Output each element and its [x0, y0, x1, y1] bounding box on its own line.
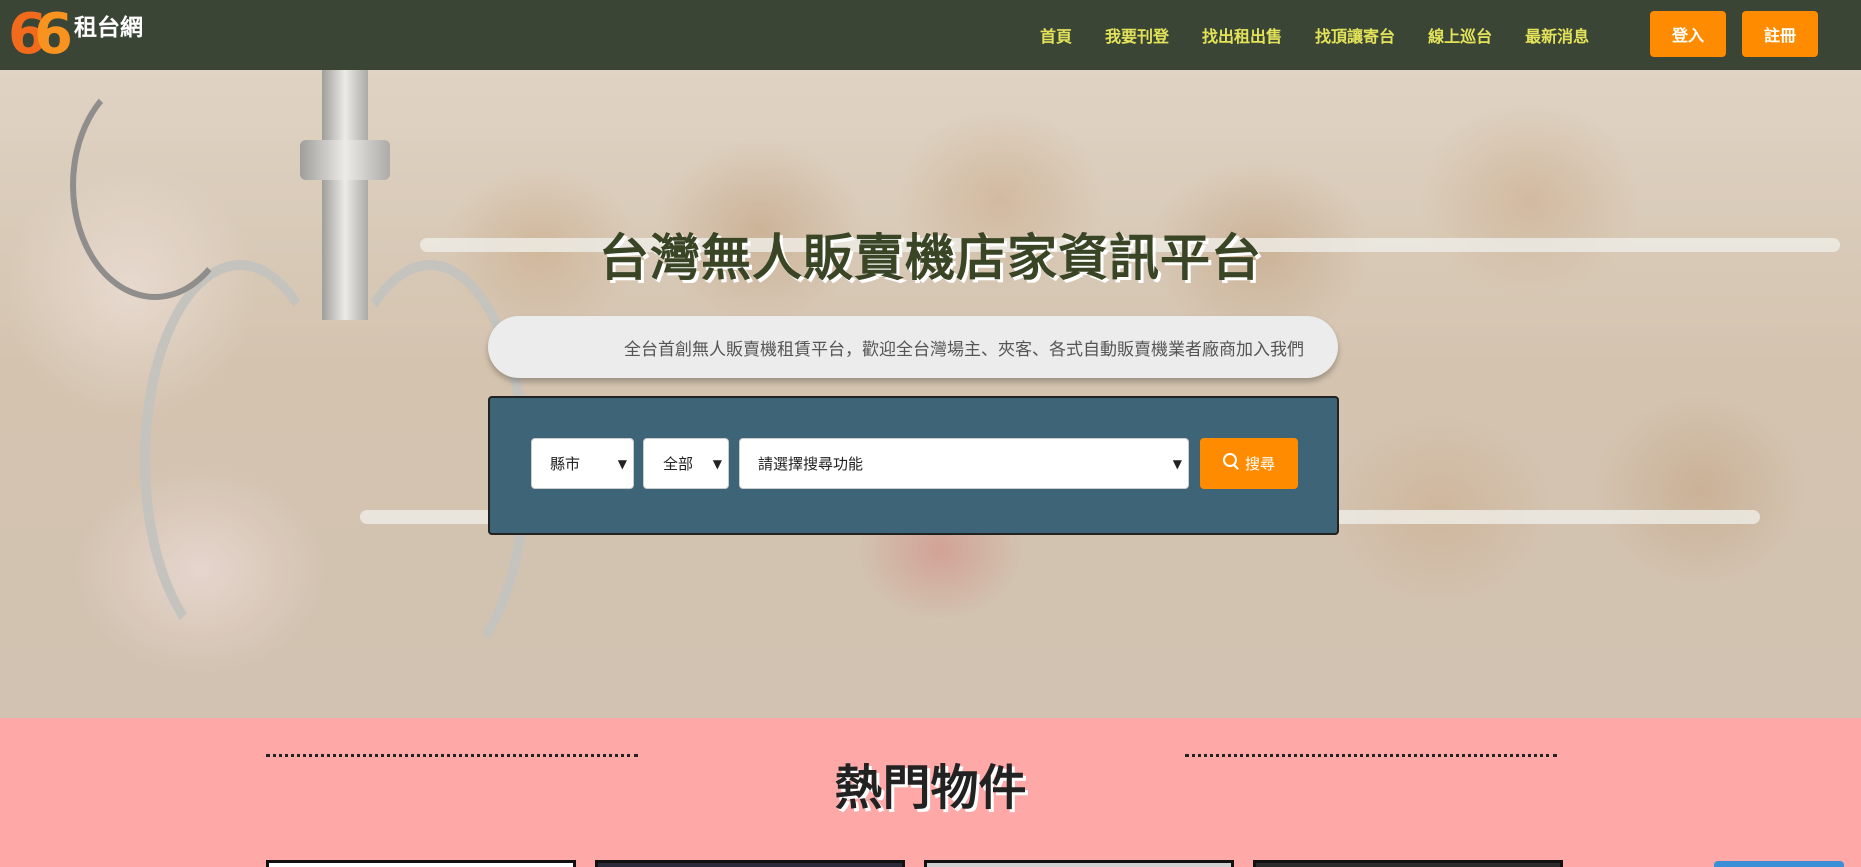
search-button[interactable]: 搜尋: [1200, 438, 1298, 489]
city-select-value: 縣市: [550, 455, 581, 473]
chevron-down-icon: ▼: [617, 457, 627, 471]
nav-link-home[interactable]: 首頁: [1040, 23, 1072, 47]
nav-link-rent-sell[interactable]: 找出租出售: [1202, 23, 1282, 47]
search-button-label: 搜尋: [1244, 455, 1275, 473]
search-panel: 縣市 ▼ 全部 ▼ 請選擇搜尋功能 ▼ 搜尋: [488, 396, 1339, 535]
nav-link-news[interactable]: 最新消息: [1525, 23, 1589, 47]
listing-card[interactable]: [595, 860, 905, 867]
site-name: 租台網: [74, 15, 143, 41]
hero-subtitle: 全台首創無人販賣機租賃平台，歡迎全台灣場主、夾客、各式自動販賣機業者廠商加入我們: [488, 316, 1338, 378]
chevron-down-icon: ▼: [712, 457, 722, 471]
nav-link-transfer[interactable]: 找頂讓寄台: [1315, 23, 1395, 47]
hot-listings-section: 熱門物件: [0, 718, 1861, 867]
hero-banner: 台灣無人販賣機店家資訊平台 全台首創無人販賣機租賃平台，歡迎全台灣場主、夾客、各…: [0, 70, 1861, 718]
listing-card[interactable]: [1253, 860, 1563, 867]
hero-title: 台灣無人販賣機店家資訊平台: [599, 229, 1262, 287]
search-icon: [1222, 452, 1239, 469]
listing-card[interactable]: [924, 860, 1234, 867]
logo-mark-icon: 66: [8, 2, 73, 67]
main-nav: 首頁 我要刊登 找出租出售 找頂讓寄台 線上巡台 最新消息: [1040, 0, 1622, 70]
login-button[interactable]: 登入: [1650, 11, 1726, 57]
hot-listings-title: 熱門物件: [834, 760, 1027, 816]
search-function-value: 請選擇搜尋功能: [758, 455, 864, 473]
listing-card[interactable]: [266, 860, 576, 867]
category-select-value: 全部: [663, 455, 694, 473]
city-select[interactable]: 縣市 ▼: [531, 438, 634, 489]
nav-link-online-tour[interactable]: 線上巡台: [1428, 23, 1492, 47]
chevron-down-icon: ▼: [1172, 457, 1182, 471]
category-select[interactable]: 全部 ▼: [643, 438, 729, 489]
search-function-select[interactable]: 請選擇搜尋功能 ▼: [739, 438, 1189, 489]
nav-link-post[interactable]: 我要刊登: [1105, 23, 1169, 47]
site-logo[interactable]: 66 租台網: [8, 2, 143, 67]
floating-side-button[interactable]: [1714, 861, 1844, 867]
register-button[interactable]: 註冊: [1742, 11, 1818, 57]
navbar: 66 租台網 首頁 我要刊登 找出租出售 找頂讓寄台 線上巡台 最新消息 登入 …: [0, 0, 1861, 70]
